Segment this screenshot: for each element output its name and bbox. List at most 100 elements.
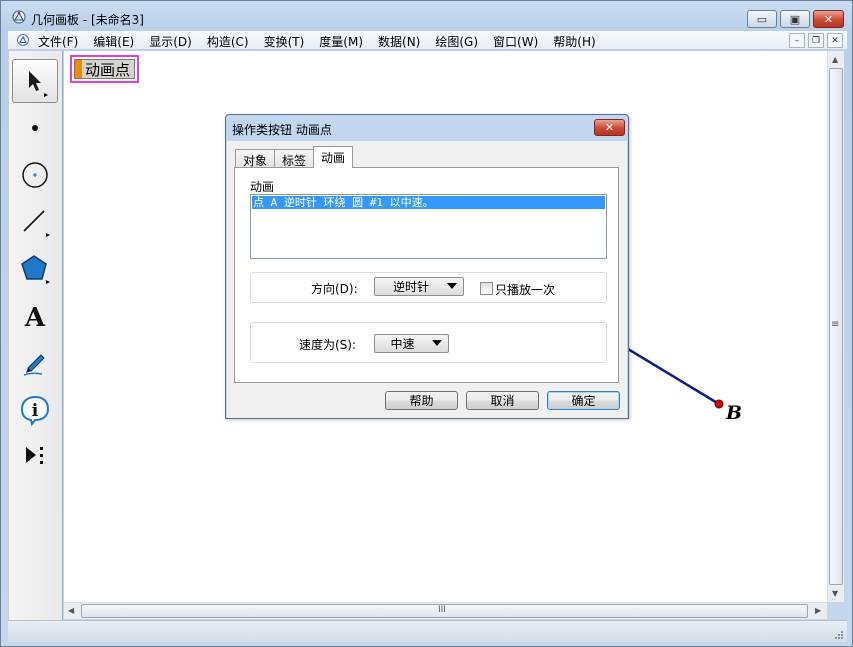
direction-value: 逆时针 <box>392 280 429 294</box>
menu-item[interactable]: 帮助(H) <box>553 33 595 50</box>
ok-button-label: 确定 <box>571 394 596 408</box>
text-a-icon: A <box>24 303 46 331</box>
document-icon[interactable] <box>16 33 30 47</box>
window-title: 几何画板 - [未命名3] <box>31 13 144 27</box>
doc-restore-icon: ❐ <box>811 35 821 46</box>
speed-label: 速度为(S): <box>299 338 357 352</box>
svg-text:i: i <box>32 401 39 421</box>
animation-group-label: 动画 <box>250 180 275 194</box>
animation-list[interactable]: 点 A 逆时针 环绕 圆 #1 以中速。 <box>250 194 607 259</box>
arrow-cursor-icon <box>29 71 48 97</box>
horizontal-grip-icon: III <box>438 605 446 615</box>
menu-item[interactable]: 窗口(W) <box>493 33 538 50</box>
toolbox: A i <box>8 51 63 620</box>
marker-tool[interactable] <box>12 341 58 385</box>
animation-list-item[interactable]: 点 A 逆时针 环绕 圆 #1 以中速。 <box>252 196 605 209</box>
app-logo-icon <box>12 10 26 24</box>
straightedge-tool[interactable] <box>12 200 58 244</box>
vertical-scrollbar[interactable]: ▲ ≡ ▼ <box>827 51 844 602</box>
direction-frame: 方向(D): 逆时针 只播放一次 <box>250 272 607 303</box>
menu-item[interactable]: 度量(M) <box>319 33 363 50</box>
close-button[interactable]: ✕ <box>813 10 844 28</box>
restore-button[interactable]: ▣ <box>780 10 810 28</box>
doc-minimize-icon: – <box>794 35 800 46</box>
animate-point-button-face: 动画点 <box>74 59 135 79</box>
app-window: 几何画板 - [未命名3] ▭ ▣ ✕ 文件(F) 编辑(E) 显示(D) 构造(C)… <box>0 0 853 647</box>
info-icon: i <box>20 395 50 427</box>
button-handle-swatch <box>75 60 82 78</box>
information-tool[interactable]: i <box>12 388 58 432</box>
vertical-grip-icon: ≡ <box>831 319 840 330</box>
circle-icon <box>22 162 48 188</box>
help-button-label: 帮助 <box>409 394 434 408</box>
horizontal-scroll-thumb[interactable]: III <box>81 604 808 618</box>
restore-icon: ▣ <box>789 12 801 26</box>
animate-point-button[interactable]: 动画点 <box>70 55 139 83</box>
menu-item[interactable]: 构造(C) <box>207 33 249 50</box>
scroll-down-icon[interactable]: ▼ <box>832 589 838 598</box>
minimize-icon: ▭ <box>756 12 768 26</box>
animate-point-button-label: 动画点 <box>85 60 131 79</box>
horizontal-scrollbar[interactable]: ◀ III ▶ <box>64 602 827 619</box>
direction-label: 方向(D): <box>311 282 358 296</box>
dialog-close-button[interactable]: ✕ <box>594 119 625 136</box>
dialog-body: 对象 标签 动画 动画 点 A 逆时针 环绕 圆 #1 以中速。 方向(D): 逆时… <box>227 141 627 418</box>
speed-dropdown[interactable]: 中速 <box>374 334 449 353</box>
scroll-up-icon[interactable]: ▲ <box>832 55 838 64</box>
polygon-icon <box>21 255 50 284</box>
ok-button[interactable]: 确定 <box>547 391 620 410</box>
minimize-button[interactable]: ▭ <box>747 10 777 28</box>
doc-minimize-button[interactable]: – <box>789 33 805 48</box>
svg-text:A: A <box>24 303 46 331</box>
menu-item[interactable]: 编辑(E) <box>93 33 134 50</box>
custom-tool[interactable] <box>12 435 58 479</box>
menu-item[interactable]: 变换(T) <box>264 33 305 50</box>
marker-pen-icon <box>23 354 45 376</box>
chevron-down-icon <box>432 340 442 346</box>
tab-2[interactable]: 动画 <box>313 146 354 168</box>
menu-bar: 文件(F) 编辑(E) 显示(D) 构造(C) 变换(T) 度量(M) 数据(N) 绘图(G)… <box>8 31 847 50</box>
custom-tools-icon <box>26 447 43 464</box>
speed-frame: 速度为(S): 中速 <box>250 322 607 363</box>
dialog-tabs: 对象 标签 动画 <box>235 146 354 168</box>
tab-0[interactable]: 对象 <box>235 149 276 168</box>
menu-item[interactable]: 显示(D) <box>149 33 192 50</box>
point-tool[interactable] <box>12 106 58 150</box>
speed-value: 中速 <box>390 337 415 351</box>
arrow-select-tool[interactable] <box>12 59 58 103</box>
cancel-button-label: 取消 <box>490 394 515 408</box>
scroll-left-icon[interactable]: ◀ <box>68 606 74 615</box>
chevron-down-icon <box>447 283 457 289</box>
tab-1[interactable]: 标签 <box>274 149 315 168</box>
menu-item[interactable]: 绘图(G) <box>435 33 478 50</box>
menu-item[interactable]: 数据(N) <box>378 33 420 50</box>
cancel-button[interactable]: 取消 <box>466 391 539 410</box>
point-b[interactable] <box>714 399 724 409</box>
segment-icon <box>23 210 50 237</box>
vertical-scroll-thumb[interactable]: ≡ <box>829 68 843 585</box>
polygon-tool[interactable] <box>12 247 58 291</box>
menu-item[interactable]: 文件(F) <box>38 33 78 50</box>
close-icon: ✕ <box>823 12 834 26</box>
compass-tool[interactable] <box>12 153 58 197</box>
menu-items: 文件(F) 编辑(E) 显示(D) 构造(C) 变换(T) 度量(M) 数据(N) 绘图(G)… <box>38 33 611 50</box>
animation-tab-panel: 动画 点 A 逆时针 环绕 圆 #1 以中速。 方向(D): 逆时针 只播放一次… <box>234 167 619 383</box>
dialog-title: 操作类按钮 动画点 <box>232 123 332 137</box>
resize-grip-icon[interactable] <box>834 630 844 640</box>
action-button-dialog: 操作类按钮 动画点 ✕ 对象 标签 动画 动画 点 A 逆时针 环绕 圆 #1 以中… <box>225 114 629 419</box>
direction-dropdown[interactable]: 逆时针 <box>374 277 464 296</box>
play-once-checkbox[interactable] <box>480 282 493 295</box>
title-bar: 几何画板 - [未命名3] ▭ ▣ ✕ <box>1 1 852 31</box>
scroll-right-icon[interactable]: ▶ <box>815 606 821 615</box>
doc-restore-button[interactable]: ❐ <box>808 33 824 48</box>
help-button[interactable]: 帮助 <box>385 391 458 410</box>
dialog-close-icon: ✕ <box>604 121 615 134</box>
text-tool[interactable]: A <box>12 294 58 338</box>
segment[interactable] <box>627 347 720 406</box>
point-icon <box>32 125 38 131</box>
doc-close-icon: ✕ <box>831 35 839 46</box>
doc-close-button[interactable]: ✕ <box>827 33 843 48</box>
point-b-label[interactable]: B <box>726 402 742 424</box>
status-bar <box>8 620 847 642</box>
play-once-label[interactable]: 只播放一次 <box>495 281 555 298</box>
